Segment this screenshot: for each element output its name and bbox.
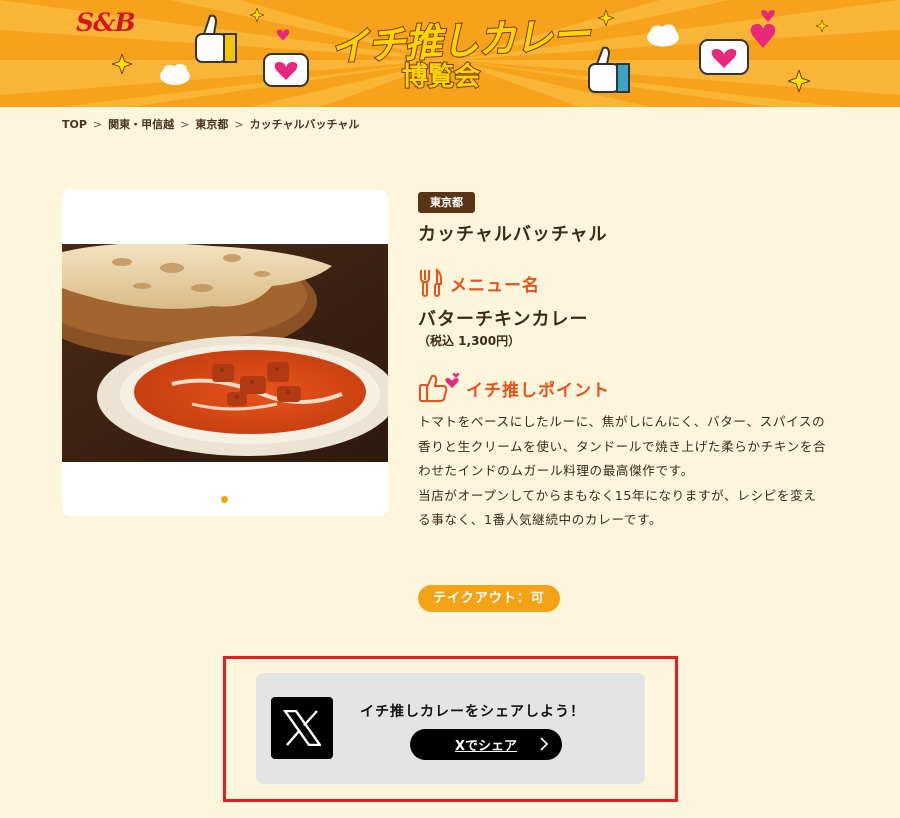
chevron-right-icon [540,737,548,751]
sparkle-icon [112,54,132,74]
heart-bubble-icon [699,39,749,75]
breadcrumb: TOP > 関東・甲信越 > 東京都 > カッチャルバッチャル [62,116,359,132]
menu-heading: メニュー名 [418,268,540,298]
breadcrumb-separator: > [234,117,244,131]
carousel-dot-active[interactable] [221,496,228,503]
thumbs-up-heart-icon [419,373,460,402]
point-heading-label: イチ推しポイント [466,380,610,401]
photo-carousel[interactable] [62,190,388,516]
x-logo-icon[interactable] [271,697,333,759]
fork-knife-icon [420,268,443,297]
header-banner: S&B イチ推しカレー 博覧会 [0,0,900,107]
campaign-title-sub: 博覧会 [401,61,481,93]
share-on-x-button[interactable]: Xでシェア [410,729,562,760]
menu-heading-label: メニュー名 [450,275,540,296]
point-description-paragraph: トマトをベースにしたルーに、焦がしにんにく、バター、スパイスの香りと生クリームを… [418,414,827,478]
sb-logo[interactable]: S&B [76,8,136,37]
sparkle-icon [816,20,828,32]
curry-photo [62,244,388,462]
breadcrumb-separator: > [92,117,103,131]
heart-icon [750,10,776,48]
menu-price: （税込 1,300円） [418,334,521,348]
breadcrumb-region[interactable]: 関東・甲信越 [108,116,174,132]
breadcrumb-top[interactable]: TOP [62,118,87,131]
share-button-label: Xでシェア [454,739,518,754]
menu-name: バターチキンカレー [418,309,589,330]
campaign-title[interactable]: イチ推しカレー 博覧会 [300,4,600,96]
point-description: トマトをベースにしたルーに、焦がしにんにく、バター、スパイスの香りと生クリームを… [418,410,828,533]
shop-name: カッチャルバッチャル [418,224,608,245]
breadcrumb-separator: > [180,117,190,131]
share-title: イチ推しカレーをシェアしよう！ [360,704,585,720]
point-description-paragraph: 当店がオープンしてからまもなく15年になりますが、レシピを変える事なく、1番人気… [418,487,817,528]
x-logo-glyph [283,710,321,746]
breadcrumb-prefecture[interactable]: 東京都 [195,116,228,132]
cloud-icon [647,24,679,47]
breadcrumb-current: カッチャルバッチャル [249,118,360,131]
thumbs-up-icon [195,14,237,63]
sparkle-icon [250,8,264,22]
heart-icon [276,29,290,41]
prefecture-badge: 東京都 [418,192,475,213]
takeout-badge: テイクアウト：可 [418,585,560,612]
point-heading: イチ推しポイント [418,372,610,404]
sparkle-icon [598,10,614,26]
cloud-icon [160,64,190,85]
sparkle-icon [788,70,810,92]
